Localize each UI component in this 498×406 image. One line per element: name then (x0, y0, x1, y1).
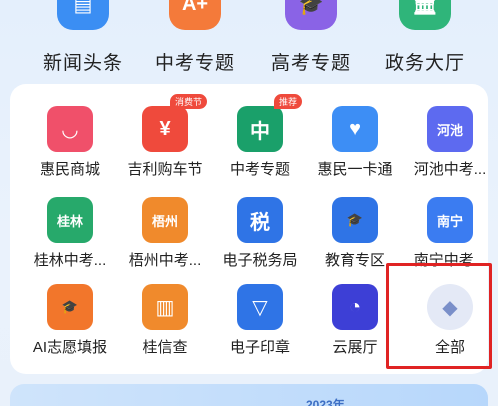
hechi-exam-icon: 河池 (427, 106, 473, 152)
grid-item-label: AI志愿填报 (32, 339, 108, 356)
promo-tag: 推荐 (273, 94, 302, 109)
top-shortcut-label: 中考专题 (154, 53, 235, 74)
cloud-exhibition-icon: ◔ (332, 284, 378, 330)
top-shortcut-label: 高考专题 (270, 53, 351, 74)
car-purchase-icon: ¥ (142, 106, 188, 152)
grid-item-10[interactable]: 🎓 AI志愿填报 (22, 284, 118, 376)
grid-item-2[interactable]: 中推荐中考专题 (212, 94, 308, 198)
grid-item-label: 桂林中考... (33, 252, 107, 269)
top-shortcut-3[interactable]: 🏛 政务大厅 (370, 0, 480, 82)
shopping-bag-icon: ◡ (47, 106, 93, 152)
grid-item-11[interactable]: ▥ 桂信查 (117, 284, 213, 376)
grid-item-label: 中考专题 (229, 161, 290, 178)
government-building-icon: 🏛 (399, 0, 451, 30)
grid-item-label: 梧州中考... (128, 252, 202, 269)
grid-item-7[interactable]: 税电子税务局 (212, 197, 308, 289)
banner-text: 2023年 (306, 398, 345, 406)
card-heart-icon: ♥ (332, 106, 378, 152)
nanning-exam-icon: 南宁 (427, 197, 473, 243)
education-cap-icon: 🎓 (332, 197, 378, 243)
grid-item-label: 电子印章 (229, 339, 290, 356)
grid-item-label: 惠民一卡通 (317, 161, 393, 178)
top-shortcut-0[interactable]: ▤ 新闻头条 (28, 0, 138, 82)
top-shortcut-2[interactable]: 🎓 高考专题 (256, 0, 366, 82)
grid-item-4[interactable]: 河池河池中考... (402, 106, 498, 198)
grid-item-label: 惠民商城 (39, 161, 100, 178)
grid-item-6[interactable]: 梧州梧州中考... (117, 197, 213, 289)
guilin-exam-icon: 桂林 (47, 197, 93, 243)
wuzhou-exam-icon: 梧州 (142, 197, 188, 243)
grid-item-12[interactable]: ▽ 电子印章 (212, 284, 308, 376)
top-shortcut-label: 政务大厅 (384, 53, 465, 74)
tax-icon: 税 (237, 197, 283, 243)
grid-item-0[interactable]: ◡ 惠民商城 (22, 106, 118, 198)
top-shortcuts: ▤ 新闻头条 A+ 中考专题 🎓 高考专题 🏛 政务大厅 (0, 0, 498, 82)
top-shortcut-label: 新闻头条 (42, 53, 123, 74)
graduation-cap-icon: 🎓 (285, 0, 337, 30)
ai-volunteer-icon: 🎓 (47, 284, 93, 330)
grid-item-1[interactable]: ¥ 消费节吉利购车节 (117, 94, 213, 198)
exam-search-icon: 中 (237, 106, 283, 152)
credit-check-icon: ▥ (142, 284, 188, 330)
news-icon: ▤ (57, 0, 109, 30)
seal-icon: ▽ (237, 284, 283, 330)
highlight-box (386, 263, 492, 369)
top-shortcut-1[interactable]: A+ 中考专题 (140, 0, 250, 82)
grid-item-label: 吉利购车节 (127, 161, 203, 178)
grid-item-3[interactable]: ♥ 惠民一卡通 (307, 106, 403, 198)
grid-item-label: 河池中考... (413, 161, 487, 178)
promo-banner[interactable]: 2023年 (10, 384, 488, 406)
grid-item-label: 桂信查 (142, 339, 188, 356)
promo-tag: 消费节 (169, 94, 207, 109)
grade-icon: A+ (169, 0, 221, 30)
grid-item-label: 电子税务局 (222, 252, 298, 269)
grid-item-5[interactable]: 桂林桂林中考... (22, 197, 118, 289)
